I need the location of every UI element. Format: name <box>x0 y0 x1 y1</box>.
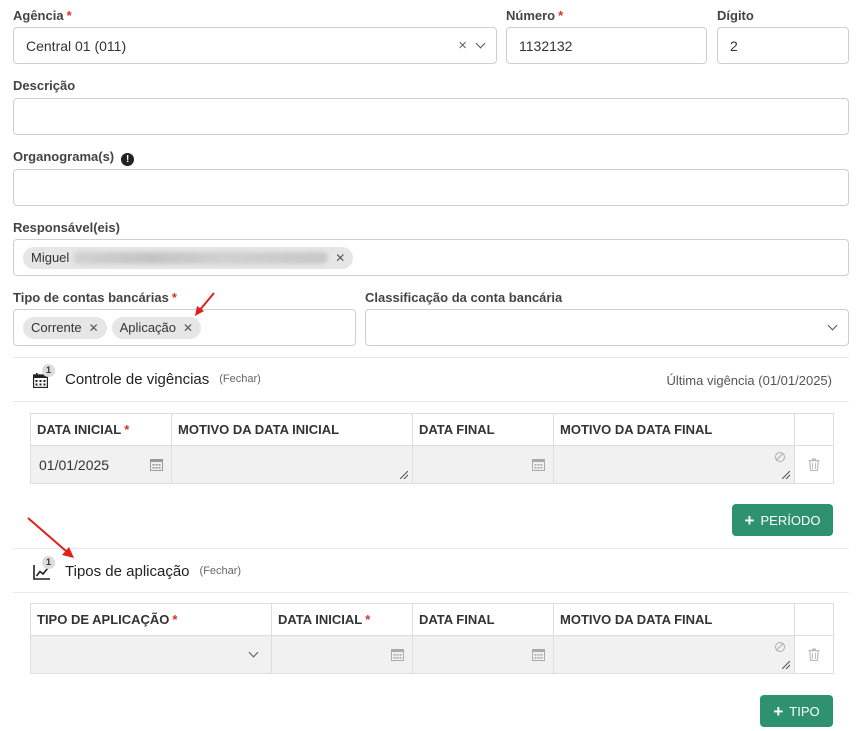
aplicacao-header: 1 Tipos de aplicação (Fechar) <box>33 556 242 580</box>
agencia-select[interactable]: Central 01 (011) × <box>13 27 497 64</box>
responsaveis-input[interactable]: Miguel ✕ <box>13 239 849 276</box>
ultima-vigencia: Última vigência (01/01/2025) <box>666 373 832 388</box>
agencia-label: Agência * <box>13 8 72 23</box>
col-data-inicial: DATA INICIAL * <box>30 413 172 446</box>
section-divider <box>13 548 849 549</box>
col-actions <box>794 603 834 636</box>
digito-value: 2 <box>730 37 738 54</box>
tipo-conta-tag: Corrente ✕ <box>23 316 107 339</box>
classificacao-label: Classificação da conta bancária <box>365 290 563 305</box>
digito-label: Dígito <box>717 8 754 23</box>
data-final-input[interactable] <box>412 445 554 484</box>
motivo-final-textarea[interactable] <box>553 445 795 484</box>
descricao-label: Descrição <box>13 78 76 93</box>
annotation-arrow-icon <box>27 517 74 558</box>
aplicacao-title: Tipos de aplicação <box>65 562 190 580</box>
col-tipo-aplicacao: TIPO DE APLICAÇÃO * <box>30 603 272 636</box>
tag-remove-icon[interactable]: ✕ <box>335 251 345 265</box>
tipo-contas-label: Tipo de contas bancárias * <box>13 290 177 305</box>
vigencias-toggle[interactable]: (Fechar) <box>219 373 261 385</box>
section-divider <box>13 592 849 593</box>
numero-value: 1132132 <box>519 37 573 54</box>
tipo-conta-tag: Aplicação ✕ <box>111 316 202 339</box>
calendar-icon[interactable] <box>532 648 545 661</box>
add-tipo-label: TIPO <box>789 703 820 719</box>
col-actions <box>794 413 834 446</box>
section-divider <box>13 401 849 402</box>
table-header-row: DATA INICIAL * MOTIVO DA DATA INICIAL DAT… <box>30 413 834 446</box>
agencia-value: Central 01 (011) <box>26 37 127 54</box>
digito-input[interactable]: 2 <box>717 27 849 64</box>
organograma-label: Organograma(s)! <box>13 149 135 166</box>
chart-line-icon: 1 <box>33 556 55 580</box>
tipo-conta-tag-label: Corrente <box>31 320 82 335</box>
col-data-final: DATA FINAL <box>412 413 554 446</box>
clear-icon[interactable]: × <box>458 37 467 54</box>
plus-icon: + <box>773 701 784 721</box>
calendar-icon: 1 <box>33 364 55 388</box>
tipo-contas-input[interactable]: Corrente ✕ Aplicação ✕ <box>13 309 356 346</box>
ban-icon <box>775 452 785 462</box>
numero-label: Número * <box>506 8 564 23</box>
calendar-icon[interactable] <box>532 458 545 471</box>
chevron-down-icon[interactable] <box>248 647 259 658</box>
aplicacao-toggle[interactable]: (Fechar) <box>200 565 242 577</box>
motivo-final-textarea[interactable] <box>553 635 795 674</box>
responsavel-tag: Miguel ✕ <box>23 246 354 269</box>
col-data-final: DATA FINAL <box>412 603 554 636</box>
data-inicial-input[interactable]: 01/01/2025 <box>30 445 172 484</box>
col-motivo-inicial: MOTIVO DA DATA INICIAL <box>171 413 413 446</box>
resize-handle-icon[interactable] <box>782 471 790 479</box>
trash-icon[interactable] <box>808 458 820 471</box>
chevron-down-icon[interactable] <box>475 38 486 49</box>
data-inicial-input[interactable] <box>271 635 413 674</box>
annotation-arrow-icon <box>195 292 215 316</box>
classificacao-select[interactable] <box>365 309 849 346</box>
tag-remove-icon[interactable]: ✕ <box>183 321 193 335</box>
numero-input[interactable]: 1132132 <box>506 27 707 64</box>
table-row <box>30 635 834 674</box>
plus-icon: + <box>744 510 755 530</box>
col-motivo-final: MOTIVO DA DATA FINAL <box>553 413 795 446</box>
vigencias-title: Controle de vigências <box>65 370 210 388</box>
data-inicial-value: 01/01/2025 <box>39 456 110 473</box>
actions-cell <box>794 635 834 674</box>
tipo-aplicacao-select[interactable] <box>30 635 272 674</box>
descricao-input[interactable] <box>13 98 849 135</box>
resize-handle-icon[interactable] <box>782 661 790 669</box>
tipo-conta-tag-label: Aplicação <box>119 320 177 335</box>
add-tipo-button[interactable]: + TIPO <box>760 695 833 727</box>
redacted-text <box>73 251 329 264</box>
calendar-icon[interactable] <box>150 458 163 471</box>
organograma-input[interactable] <box>13 169 849 206</box>
responsavel-tag-label: Miguel <box>31 250 70 265</box>
resize-handle-icon[interactable] <box>400 471 408 479</box>
vigencias-table: DATA INICIAL * MOTIVO DA DATA INICIAL DAT… <box>30 413 834 484</box>
ban-icon <box>775 642 785 652</box>
responsaveis-label: Responsável(eis) <box>13 220 120 235</box>
tag-remove-icon[interactable]: ✕ <box>89 321 99 335</box>
actions-cell <box>794 445 834 484</box>
col-motivo-final: MOTIVO DA DATA FINAL <box>553 603 795 636</box>
add-periodo-label: PERÍODO <box>760 512 821 528</box>
info-icon[interactable]: ! <box>121 153 135 166</box>
col-data-inicial: DATA INICIAL * <box>271 603 413 636</box>
table-header-row: TIPO DE APLICAÇÃO * DATA INICIAL * DATA FI… <box>30 603 834 636</box>
vigencias-badge: 1 <box>42 364 55 377</box>
aplicacao-table: TIPO DE APLICAÇÃO * DATA INICIAL * DATA FI… <box>30 603 834 674</box>
section-divider <box>13 357 849 358</box>
vigencias-header: 1 Controle de vigências (Fechar) <box>33 364 261 388</box>
calendar-icon[interactable] <box>391 648 404 661</box>
chevron-down-icon[interactable] <box>827 320 838 331</box>
data-final-input[interactable] <box>412 635 554 674</box>
add-periodo-button[interactable]: + PERÍODO <box>732 504 833 536</box>
trash-icon[interactable] <box>808 648 820 661</box>
table-row: 01/01/2025 <box>30 445 834 484</box>
motivo-inicial-textarea[interactable] <box>171 445 413 484</box>
